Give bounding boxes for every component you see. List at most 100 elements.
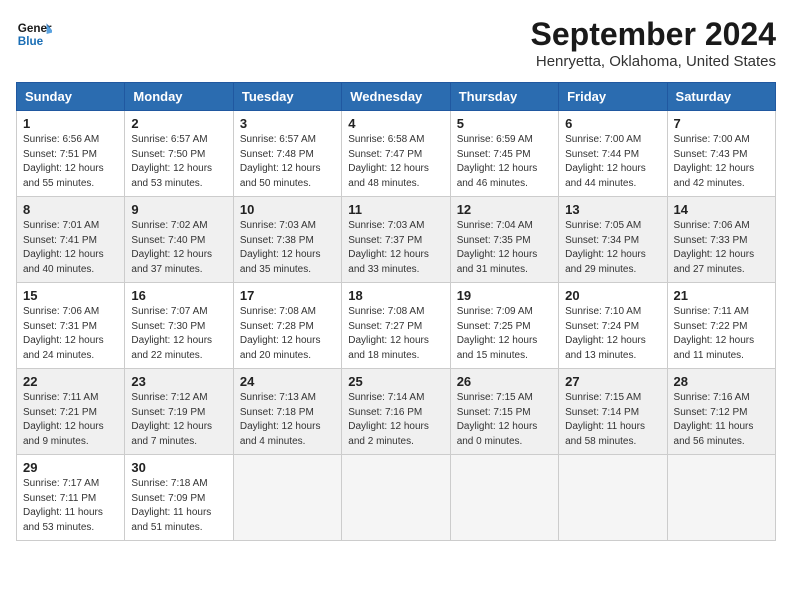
day-info: Sunrise: 6:57 AM Sunset: 7:48 PM Dayligh… <box>240 133 335 191</box>
calendar-day-cell: 17 Sunrise: 7:08 AM Sunset: 7:28 PM Dayli… <box>233 283 341 369</box>
day-info: Sunrise: 7:06 AM Sunset: 7:31 PM Dayligh… <box>23 305 118 363</box>
calendar-day-cell: 6 Sunrise: 7:00 AM Sunset: 7:44 PM Daylig… <box>559 111 667 197</box>
day-number: 12 <box>457 202 552 217</box>
calendar-day-cell: 22 Sunrise: 7:11 AM Sunset: 7:21 PM Dayli… <box>17 369 125 455</box>
day-number: 7 <box>674 116 769 131</box>
day-number: 8 <box>23 202 118 217</box>
calendar-day-cell <box>450 455 558 541</box>
day-info: Sunrise: 7:08 AM Sunset: 7:28 PM Dayligh… <box>240 305 335 363</box>
day-number: 18 <box>348 288 443 303</box>
day-number: 22 <box>23 374 118 389</box>
day-number: 24 <box>240 374 335 389</box>
calendar-day-cell: 15 Sunrise: 7:06 AM Sunset: 7:31 PM Dayli… <box>17 283 125 369</box>
calendar-day-cell <box>342 455 450 541</box>
day-number: 28 <box>674 374 769 389</box>
day-number: 21 <box>674 288 769 303</box>
calendar-day-cell: 2 Sunrise: 6:57 AM Sunset: 7:50 PM Daylig… <box>125 111 233 197</box>
weekday-header: Monday <box>125 83 233 111</box>
calendar-day-cell: 19 Sunrise: 7:09 AM Sunset: 7:25 PM Dayli… <box>450 283 558 369</box>
weekday-header: Friday <box>559 83 667 111</box>
day-info: Sunrise: 6:57 AM Sunset: 7:50 PM Dayligh… <box>131 133 226 191</box>
day-info: Sunrise: 7:07 AM Sunset: 7:30 PM Dayligh… <box>131 305 226 363</box>
day-number: 23 <box>131 374 226 389</box>
day-number: 17 <box>240 288 335 303</box>
day-number: 29 <box>23 460 118 475</box>
day-number: 15 <box>23 288 118 303</box>
day-number: 13 <box>565 202 660 217</box>
calendar-header-row: SundayMondayTuesdayWednesdayThursdayFrid… <box>17 83 776 111</box>
day-info: Sunrise: 7:11 AM Sunset: 7:21 PM Dayligh… <box>23 391 118 449</box>
day-info: Sunrise: 7:06 AM Sunset: 7:33 PM Dayligh… <box>674 219 769 277</box>
logo: General Blue <box>16 16 52 52</box>
title-block: September 2024 Henryetta, Oklahoma, Unit… <box>531 16 776 70</box>
day-info: Sunrise: 7:15 AM Sunset: 7:14 PM Dayligh… <box>565 391 660 449</box>
day-info: Sunrise: 7:00 AM Sunset: 7:44 PM Dayligh… <box>565 133 660 191</box>
month-title: September 2024 <box>531 16 776 53</box>
weekday-header: Tuesday <box>233 83 341 111</box>
day-number: 16 <box>131 288 226 303</box>
calendar-day-cell: 27 Sunrise: 7:15 AM Sunset: 7:14 PM Dayli… <box>559 369 667 455</box>
calendar-day-cell: 20 Sunrise: 7:10 AM Sunset: 7:24 PM Dayli… <box>559 283 667 369</box>
day-info: Sunrise: 7:16 AM Sunset: 7:12 PM Dayligh… <box>674 391 769 449</box>
day-info: Sunrise: 7:10 AM Sunset: 7:24 PM Dayligh… <box>565 305 660 363</box>
calendar-day-cell: 14 Sunrise: 7:06 AM Sunset: 7:33 PM Dayli… <box>667 197 775 283</box>
calendar-day-cell: 23 Sunrise: 7:12 AM Sunset: 7:19 PM Dayli… <box>125 369 233 455</box>
day-info: Sunrise: 7:12 AM Sunset: 7:19 PM Dayligh… <box>131 391 226 449</box>
day-number: 27 <box>565 374 660 389</box>
day-info: Sunrise: 7:08 AM Sunset: 7:27 PM Dayligh… <box>348 305 443 363</box>
calendar-day-cell: 7 Sunrise: 7:00 AM Sunset: 7:43 PM Daylig… <box>667 111 775 197</box>
calendar-day-cell: 5Sunrise: 6:59 AM Sunset: 7:45 PM Daylig… <box>450 111 558 197</box>
day-number: 20 <box>565 288 660 303</box>
day-number: 1 <box>23 116 118 131</box>
day-info: Sunrise: 7:11 AM Sunset: 7:22 PM Dayligh… <box>674 305 769 363</box>
calendar-day-cell: 8 Sunrise: 7:01 AM Sunset: 7:41 PM Daylig… <box>17 197 125 283</box>
weekday-header: Saturday <box>667 83 775 111</box>
calendar-day-cell: 11Sunrise: 7:03 AM Sunset: 7:37 PM Dayli… <box>342 197 450 283</box>
day-info: Sunrise: 7:15 AM Sunset: 7:15 PM Dayligh… <box>457 391 552 449</box>
day-info: Sunrise: 7:02 AM Sunset: 7:40 PM Dayligh… <box>131 219 226 277</box>
day-number: 19 <box>457 288 552 303</box>
day-number: 9 <box>131 202 226 217</box>
day-info: Sunrise: 7:03 AM Sunset: 7:38 PM Dayligh… <box>240 219 335 277</box>
calendar-day-cell: 30Sunrise: 7:18 AM Sunset: 7:09 PM Dayli… <box>125 455 233 541</box>
page-header: General Blue September 2024 Henryetta, O… <box>16 16 776 70</box>
day-info: Sunrise: 6:56 AM Sunset: 7:51 PM Dayligh… <box>23 133 118 191</box>
calendar-day-cell: 12 Sunrise: 7:04 AM Sunset: 7:35 PM Dayli… <box>450 197 558 283</box>
weekday-header: Sunday <box>17 83 125 111</box>
calendar-day-cell <box>667 455 775 541</box>
calendar-day-cell: 25 Sunrise: 7:14 AM Sunset: 7:16 PM Dayli… <box>342 369 450 455</box>
day-info: Sunrise: 7:13 AM Sunset: 7:18 PM Dayligh… <box>240 391 335 449</box>
day-info: Sunrise: 7:01 AM Sunset: 7:41 PM Dayligh… <box>23 219 118 277</box>
day-info: Sunrise: 7:18 AM Sunset: 7:09 PM Dayligh… <box>131 477 226 535</box>
calendar-day-cell: 3 Sunrise: 6:57 AM Sunset: 7:48 PM Daylig… <box>233 111 341 197</box>
calendar-day-cell: 10 Sunrise: 7:03 AM Sunset: 7:38 PM Dayli… <box>233 197 341 283</box>
day-info: Sunrise: 7:14 AM Sunset: 7:16 PM Dayligh… <box>348 391 443 449</box>
day-number: 25 <box>348 374 443 389</box>
day-number: 14 <box>674 202 769 217</box>
calendar-day-cell: 4Sunrise: 6:58 AM Sunset: 7:47 PM Daylig… <box>342 111 450 197</box>
logo-icon: General Blue <box>16 16 52 52</box>
day-number: 4 <box>348 116 443 131</box>
calendar-day-cell: 21 Sunrise: 7:11 AM Sunset: 7:22 PM Dayli… <box>667 283 775 369</box>
calendar-day-cell: 24 Sunrise: 7:13 AM Sunset: 7:18 PM Dayli… <box>233 369 341 455</box>
calendar-day-cell <box>233 455 341 541</box>
day-info: Sunrise: 7:05 AM Sunset: 7:34 PM Dayligh… <box>565 219 660 277</box>
day-info: Sunrise: 7:09 AM Sunset: 7:25 PM Dayligh… <box>457 305 552 363</box>
location-title: Henryetta, Oklahoma, United States <box>531 53 776 70</box>
day-number: 2 <box>131 116 226 131</box>
day-number: 10 <box>240 202 335 217</box>
weekday-header: Wednesday <box>342 83 450 111</box>
day-number: 5 <box>457 116 552 131</box>
svg-text:Blue: Blue <box>18 35 44 48</box>
calendar-table: SundayMondayTuesdayWednesdayThursdayFrid… <box>16 82 776 541</box>
calendar-week-row: 1 Sunrise: 6:56 AM Sunset: 7:51 PM Daylig… <box>17 111 776 197</box>
calendar-day-cell: 16 Sunrise: 7:07 AM Sunset: 7:30 PM Dayli… <box>125 283 233 369</box>
day-info: Sunrise: 7:00 AM Sunset: 7:43 PM Dayligh… <box>674 133 769 191</box>
day-number: 6 <box>565 116 660 131</box>
calendar-week-row: 15 Sunrise: 7:06 AM Sunset: 7:31 PM Dayli… <box>17 283 776 369</box>
calendar-week-row: 22 Sunrise: 7:11 AM Sunset: 7:21 PM Dayli… <box>17 369 776 455</box>
day-number: 3 <box>240 116 335 131</box>
day-info: Sunrise: 7:04 AM Sunset: 7:35 PM Dayligh… <box>457 219 552 277</box>
calendar-day-cell: 18 Sunrise: 7:08 AM Sunset: 7:27 PM Dayli… <box>342 283 450 369</box>
calendar-day-cell: 28 Sunrise: 7:16 AM Sunset: 7:12 PM Dayli… <box>667 369 775 455</box>
